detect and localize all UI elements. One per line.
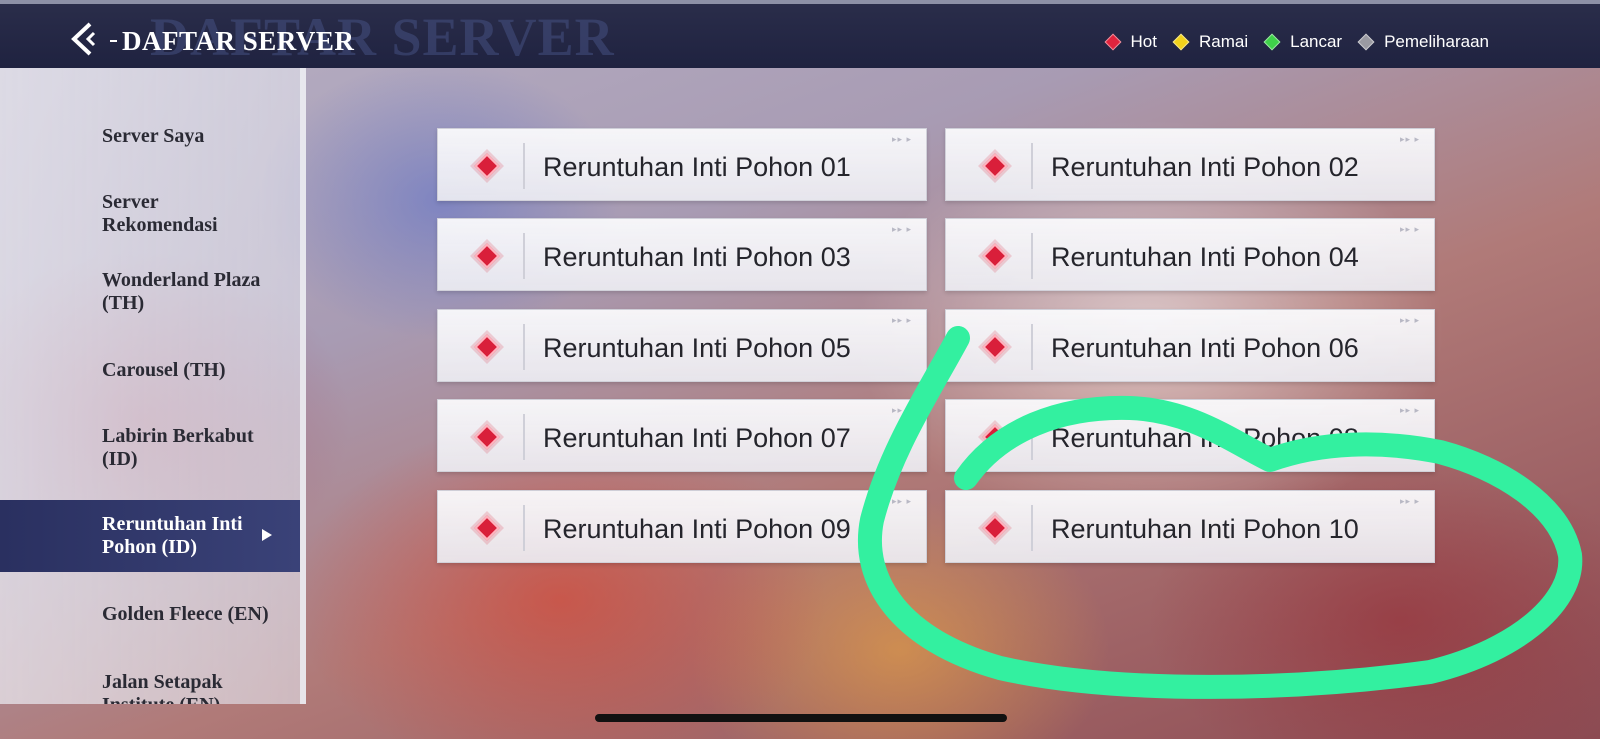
hot-status-icon	[474, 515, 500, 541]
legend-hot: Hot	[1104, 32, 1157, 52]
server-card[interactable]: Reruntuhan Inti Pohon 10 ▸▸ ▸	[945, 490, 1435, 563]
server-card[interactable]: Reruntuhan Inti Pohon 05 ▸▸ ▸	[437, 309, 927, 382]
server-name: Reruntuhan Inti Pohon 07	[543, 423, 851, 453]
server-name: Reruntuhan Inti Pohon 06	[1051, 333, 1359, 363]
sidebar-item-golden-fleece[interactable]: Golden Fleece (EN)	[0, 578, 300, 650]
server-card[interactable]: Reruntuhan Inti Pohon 08 ▸▸ ▸	[945, 399, 1435, 472]
legend-lancar: Lancar	[1263, 32, 1343, 52]
server-name: Reruntuhan Inti Pohon 02	[1051, 152, 1359, 182]
top-bar: DAFTAR SERVER DAFTAR SERVER Hot Ramai La…	[0, 0, 1600, 68]
server-card[interactable]: Reruntuhan Inti Pohon 03 ▸▸ ▸	[437, 218, 927, 291]
divider	[1031, 414, 1033, 460]
sidebar-item-server-saya[interactable]: Server Saya	[0, 100, 300, 172]
hot-status-icon	[982, 424, 1008, 450]
sidebar-item-reruntuhan-inti-pohon[interactable]: Reruntuhan Inti Pohon (ID)	[0, 500, 300, 572]
corner-mark: ▸▸ ▸	[1399, 315, 1420, 325]
server-card[interactable]: Reruntuhan Inti Pohon 04 ▸▸ ▸	[945, 218, 1435, 291]
server-card[interactable]: Reruntuhan Inti Pohon 01 ▸▸ ▸	[437, 128, 927, 201]
divider	[523, 233, 525, 279]
corner-mark: ▸▸ ▸	[891, 224, 912, 234]
corner-mark: ▸▸ ▸	[1399, 134, 1420, 144]
hot-status-icon	[982, 334, 1008, 360]
sidebar-item-label: Jalan Setapak Institute (EN)	[102, 671, 223, 704]
server-name: Reruntuhan Inti Pohon 04	[1051, 242, 1359, 272]
corner-mark: ▸▸ ▸	[1399, 405, 1420, 415]
server-card[interactable]: Reruntuhan Inti Pohon 02 ▸▸ ▸	[945, 128, 1435, 201]
divider	[1031, 505, 1033, 551]
chevron-left-icon[interactable]	[68, 20, 102, 58]
sidebar-item-label: Server Rekomendasi	[102, 191, 218, 236]
sidebar-item-label: Carousel (TH)	[102, 358, 226, 381]
legend-ramai: Ramai	[1172, 32, 1249, 52]
legend-label: Hot	[1130, 32, 1157, 51]
hot-status-icon	[474, 334, 500, 360]
legend-label: Ramai	[1198, 32, 1249, 51]
hot-status-icon	[982, 515, 1008, 541]
server-card[interactable]: Reruntuhan Inti Pohon 06 ▸▸ ▸	[945, 309, 1435, 382]
divider	[523, 324, 525, 370]
selected-arrow-icon	[262, 529, 272, 541]
sidebar-item-jalan-setapak[interactable]: Jalan Setapak Institute (EN)	[0, 658, 300, 704]
corner-mark: ▸▸ ▸	[891, 405, 912, 415]
sidebar-item-carousel[interactable]: Carousel (TH)	[0, 334, 300, 406]
hot-status-icon	[474, 153, 500, 179]
divider	[523, 414, 525, 460]
server-name: Reruntuhan Inti Pohon 10	[1051, 514, 1359, 544]
legend-label: Lancar	[1290, 32, 1343, 51]
corner-mark: ▸▸ ▸	[891, 496, 912, 506]
divider	[523, 143, 525, 189]
divider	[1031, 233, 1033, 279]
home-indicator[interactable]	[595, 714, 1007, 722]
server-card[interactable]: Reruntuhan Inti Pohon 07 ▸▸ ▸	[437, 399, 927, 472]
divider	[1031, 324, 1033, 370]
sidebar-item-label: Wonderland Plaza (TH)	[102, 269, 261, 314]
server-name: Reruntuhan Inti Pohon 05	[543, 333, 851, 363]
corner-mark: ▸▸ ▸	[1399, 496, 1420, 506]
busy-status-icon	[1172, 33, 1190, 51]
status-legend: Hot Ramai Lancar Pemeliharaan	[1089, 32, 1489, 52]
hot-status-icon	[982, 243, 1008, 269]
sidebar-item-label: Golden Fleece (EN)	[102, 602, 269, 625]
server-name: Reruntuhan Inti Pohon 03	[543, 242, 851, 272]
hot-status-icon	[474, 424, 500, 450]
corner-mark: ▸▸ ▸	[1399, 224, 1420, 234]
corner-mark: ▸▸ ▸	[891, 134, 912, 144]
sidebar-item-wonderland-plaza[interactable]: Wonderland Plaza (TH)	[0, 256, 300, 328]
server-card[interactable]: Reruntuhan Inti Pohon 09 ▸▸ ▸	[437, 490, 927, 563]
legend-pemeliharaan: Pemeliharaan	[1357, 32, 1489, 52]
sidebar-item-label: Server Saya	[102, 124, 205, 147]
sidebar-item-server-rekomendasi[interactable]: Server Rekomendasi	[0, 178, 300, 250]
hot-status-icon	[1104, 33, 1122, 51]
divider	[523, 505, 525, 551]
server-name: Reruntuhan Inti Pohon 08	[1051, 423, 1359, 453]
sidebar-item-labirin-berkabut[interactable]: Labirin Berkabut (ID)	[0, 412, 300, 484]
smooth-status-icon	[1263, 33, 1281, 51]
maintenance-status-icon	[1357, 33, 1375, 51]
server-group-sidebar: Server Saya Server Rekomendasi Wonderlan…	[0, 68, 306, 704]
legend-label: Pemeliharaan	[1384, 32, 1489, 51]
hot-status-icon	[474, 243, 500, 269]
server-name: Reruntuhan Inti Pohon 09	[543, 514, 851, 544]
corner-mark: ▸▸ ▸	[891, 315, 912, 325]
divider	[1031, 143, 1033, 189]
hot-status-icon	[982, 153, 1008, 179]
sidebar-item-label: Reruntuhan Inti Pohon (ID)	[102, 513, 243, 558]
sidebar-item-label: Labirin Berkabut (ID)	[102, 425, 254, 470]
server-name: Reruntuhan Inti Pohon 01	[543, 152, 851, 182]
page-title: DAFTAR SERVER	[109, 26, 355, 56]
